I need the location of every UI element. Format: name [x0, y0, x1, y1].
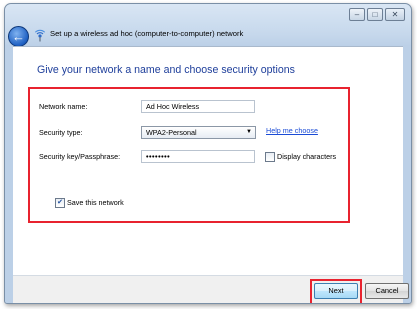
network-name-field[interactable]: Ad Hoc Wireless: [141, 100, 255, 113]
minimize-button[interactable]: –: [349, 8, 365, 21]
cancel-button[interactable]: Cancel: [365, 283, 409, 299]
maximize-button[interactable]: □: [367, 8, 383, 21]
help-me-choose-link[interactable]: Help me choose: [266, 126, 318, 135]
title-bar: – □ ✕ ← Set up a wireless ad hoc (comput…: [5, 4, 411, 47]
chevron-down-icon: ▼: [246, 129, 252, 135]
network-name-label: Network name:: [39, 102, 88, 111]
display-characters-checkbox[interactable]: [265, 152, 275, 162]
save-network-label: Save this network: [67, 198, 124, 207]
wizard-content: Give your network a name and choose secu…: [13, 46, 403, 275]
page-heading: Give your network a name and choose secu…: [37, 64, 295, 76]
wizard-window: – □ ✕ ← Set up a wireless ad hoc (comput…: [4, 3, 412, 304]
save-network-checkbox[interactable]: ✔: [55, 198, 65, 208]
wireless-network-icon: [34, 28, 46, 42]
security-key-field[interactable]: ••••••••: [141, 150, 255, 163]
security-type-value: WPA2-Personal: [146, 128, 197, 137]
security-key-label: Security key/Passphrase:: [39, 152, 121, 161]
security-type-label: Security type:: [39, 128, 83, 137]
security-type-dropdown[interactable]: WPA2-Personal ▼: [141, 126, 256, 139]
back-arrow-icon[interactable]: ←: [8, 26, 29, 47]
display-characters-label: Display characters: [277, 152, 337, 161]
window-controls: – □ ✕: [349, 8, 405, 21]
wizard-footer: Next Cancel: [13, 275, 409, 303]
next-button[interactable]: Next: [314, 283, 358, 299]
window-title: Set up a wireless ad hoc (computer-to-co…: [50, 29, 244, 38]
close-button[interactable]: ✕: [385, 8, 405, 21]
